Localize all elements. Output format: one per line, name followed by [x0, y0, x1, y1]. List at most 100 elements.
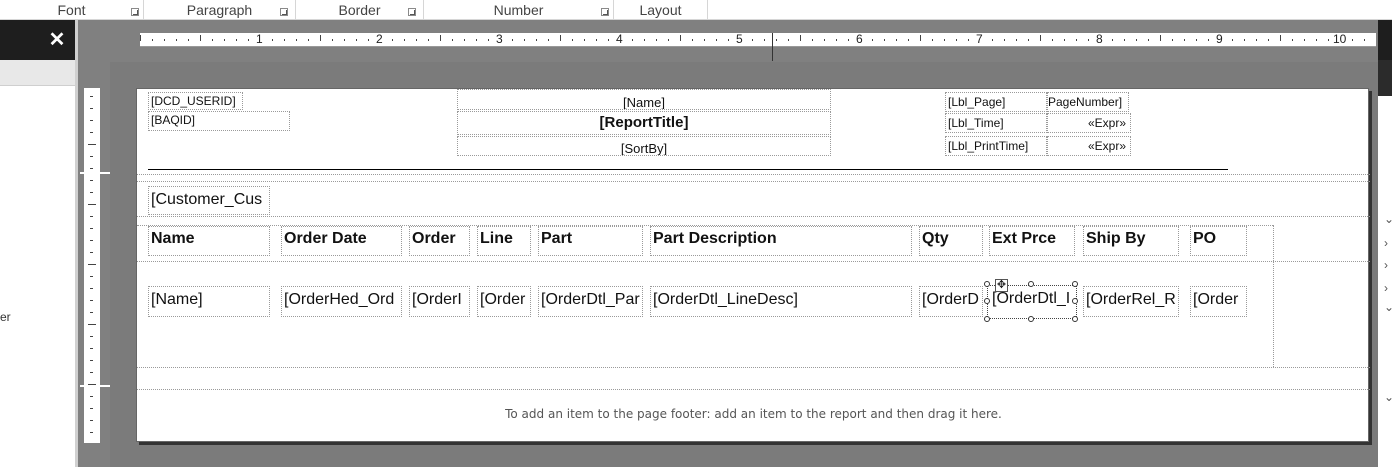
- ruler-tick: [1148, 39, 1149, 41]
- ruler-tick: [90, 240, 93, 241]
- ruler-tick: [1244, 39, 1245, 41]
- column-header-qty[interactable]: Qty: [919, 226, 983, 256]
- report-page: [DCD_USERID] [BAQID] [Name] [ReportTitle…: [136, 88, 1370, 442]
- ruler-tick: [932, 39, 933, 41]
- ribbon-group-number[interactable]: Number: [424, 0, 614, 20]
- column-header-order[interactable]: Order: [409, 226, 470, 256]
- detail-field-order-date[interactable]: [OrderHed_Ord: [281, 286, 402, 317]
- dialog-launcher-icon[interactable]: [280, 8, 288, 16]
- detail-field-po[interactable]: [Order: [1190, 286, 1247, 317]
- ruler-tick: [632, 39, 633, 41]
- column-header-po[interactable]: PO: [1190, 226, 1247, 256]
- resize-handle[interactable]: [1072, 316, 1078, 322]
- detail-field-name[interactable]: [Name]: [148, 286, 270, 317]
- ruler-number: 5: [736, 32, 743, 46]
- ribbon-group-font[interactable]: Font: [0, 0, 144, 20]
- ribbon-group-border[interactable]: Border: [296, 0, 424, 20]
- ruler-tick: [1280, 35, 1281, 41]
- ruler-cursor-marker: [772, 33, 773, 61]
- resize-handle[interactable]: [984, 316, 990, 322]
- field-expr-print-time[interactable]: «Expr»: [1047, 136, 1131, 156]
- column-header-ext-price[interactable]: Ext Prce: [989, 226, 1075, 256]
- field-customer-group[interactable]: [Customer_Cus: [148, 186, 270, 215]
- field-sort-by[interactable]: [SortBy]: [457, 136, 831, 156]
- ruler-tick: [1328, 39, 1329, 41]
- ruler-tick: [1232, 39, 1233, 41]
- detail-field-qty[interactable]: [OrderD: [919, 286, 983, 317]
- ruler-tick: [452, 39, 453, 41]
- field-page-number[interactable]: PageNumber]: [1047, 92, 1129, 112]
- ruler-tick: [88, 324, 96, 325]
- ruler-tick: [90, 336, 93, 337]
- ruler-tick: [90, 432, 93, 433]
- column-header-part[interactable]: Part: [538, 226, 643, 256]
- ribbon-group-layout[interactable]: Layout: [614, 0, 708, 20]
- ruler-tick: [212, 39, 213, 41]
- resize-handle[interactable]: [1028, 281, 1034, 287]
- ribbon-group-paragraph[interactable]: Paragraph: [144, 0, 296, 20]
- chevron-down-icon[interactable]: ⌄: [1384, 300, 1392, 314]
- band-splitter[interactable]: [80, 172, 110, 174]
- header-rule-line[interactable]: [148, 169, 1228, 170]
- ribbon-group-label: Font: [57, 2, 86, 18]
- resize-handle[interactable]: [1072, 281, 1078, 287]
- dialog-launcher-icon[interactable]: [408, 8, 416, 16]
- detail-field-part-description[interactable]: [OrderDtl_LineDesc]: [650, 286, 912, 317]
- field-baqid[interactable]: [BAQID]: [148, 111, 290, 131]
- ruler-tick: [524, 39, 525, 41]
- detail-field-part[interactable]: [OrderDtl_Par: [538, 286, 643, 317]
- resize-handle[interactable]: [984, 281, 990, 287]
- band-boundary: [1273, 225, 1274, 367]
- close-icon[interactable]: ✕: [48, 30, 66, 50]
- vertical-ruler[interactable]: [84, 88, 100, 443]
- ruler-tick: [1136, 39, 1137, 41]
- right-pane-header: [1378, 20, 1392, 60]
- ruler-number: 3: [496, 32, 503, 46]
- resize-handle[interactable]: [1072, 298, 1078, 304]
- resize-handle[interactable]: [1028, 316, 1034, 322]
- ruler-tick: [572, 39, 573, 41]
- field-dcd-userid[interactable]: [DCD_USERID]: [148, 92, 243, 110]
- chevron-right-icon[interactable]: ›: [1384, 258, 1388, 272]
- chevron-right-icon[interactable]: ›: [1384, 236, 1388, 250]
- left-pane-item-label[interactable]: er: [0, 310, 11, 324]
- chevron-down-icon[interactable]: ⌄: [1384, 212, 1392, 226]
- resize-handle[interactable]: [984, 298, 990, 304]
- chevron-right-icon[interactable]: ›: [1384, 281, 1388, 295]
- column-header-name[interactable]: Name: [148, 226, 270, 256]
- ruler-tick: [848, 39, 849, 41]
- ruler-tick: [90, 408, 93, 409]
- label-page[interactable]: [Lbl_Page]: [945, 92, 1047, 112]
- ruler-number: 7: [976, 32, 983, 46]
- label-time[interactable]: [Lbl_Time]: [945, 113, 1047, 133]
- ruler-tick: [1256, 39, 1257, 41]
- ruler-tick: [296, 39, 297, 41]
- chevron-down-icon[interactable]: ⌄: [1384, 390, 1392, 404]
- ruler-number: 9: [1216, 32, 1223, 46]
- ruler-tick: [90, 108, 93, 109]
- ruler-tick: [1040, 35, 1041, 41]
- field-report-title[interactable]: [ReportTitle]: [457, 111, 831, 135]
- ruler-tick: [90, 192, 93, 193]
- ruler-tick: [152, 39, 153, 41]
- column-header-line[interactable]: Line: [477, 226, 531, 256]
- detail-field-ship-by[interactable]: [OrderRel_R: [1083, 286, 1179, 317]
- horizontal-ruler[interactable]: 1 2 3 4 5 6 7 8 9 10: [140, 32, 1376, 47]
- column-header-part-description[interactable]: Part Description: [650, 226, 912, 256]
- label-print-time[interactable]: [Lbl_PrintTime]: [945, 136, 1047, 156]
- field-expr-time[interactable]: «Expr»: [1047, 113, 1131, 133]
- detail-field-order[interactable]: [OrderI: [409, 286, 470, 317]
- ruler-tick: [90, 96, 93, 97]
- column-header-order-date[interactable]: Order Date: [281, 226, 402, 256]
- column-header-ship-by[interactable]: Ship By: [1083, 226, 1179, 256]
- dialog-launcher-icon[interactable]: [131, 8, 139, 16]
- pane-splitter[interactable]: [75, 20, 78, 467]
- detail-field-line[interactable]: [Order: [477, 286, 531, 317]
- field-name[interactable]: [Name]: [457, 89, 831, 110]
- ruler-tick: [416, 39, 417, 41]
- band-splitter[interactable]: [80, 385, 110, 387]
- dialog-launcher-icon[interactable]: [601, 8, 609, 16]
- ruler-tick: [1304, 39, 1305, 41]
- move-handle-icon[interactable]: ✥: [995, 279, 1008, 292]
- ruler-tick: [308, 39, 309, 41]
